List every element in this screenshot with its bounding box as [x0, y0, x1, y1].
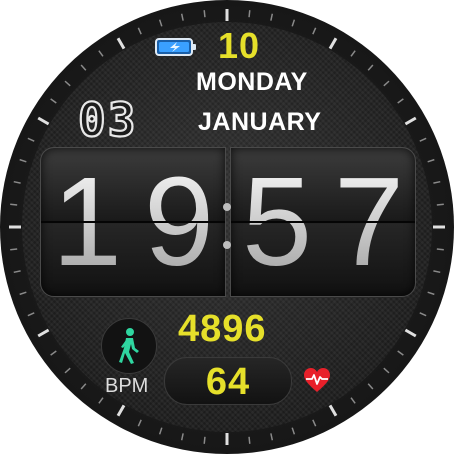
minute-tick [367, 383, 374, 390]
minute-tick [291, 19, 296, 27]
minute-tick [98, 50, 104, 57]
minute-tick [13, 180, 21, 184]
walking-person-icon [119, 328, 139, 364]
date-outlined-digits: 03 [78, 93, 137, 143]
minute-tick [50, 350, 57, 356]
minute-tick [27, 312, 35, 317]
day-of-month-top: 10 [218, 25, 261, 66]
minute-tick [37, 328, 50, 338]
minute-flip-card: 5 7 [230, 147, 416, 297]
minute-tick [116, 37, 126, 50]
minute-tick [64, 367, 71, 374]
steps-complication[interactable] [101, 318, 157, 374]
minute-tick [397, 350, 404, 356]
minute-tick [291, 427, 296, 435]
month-label: JANUARY [198, 108, 322, 136]
minute-tick [98, 397, 104, 404]
date-outlined-number: 03 [77, 93, 137, 143]
minute-tick [436, 203, 444, 206]
minute-tick [328, 37, 338, 50]
minute-tick [50, 98, 57, 104]
minute-tick [397, 98, 404, 104]
minute-tick [80, 64, 87, 71]
battery-charging-icon [155, 38, 196, 56]
minute-tick [19, 291, 27, 296]
heart-rate-value: 64 [205, 361, 251, 403]
minute-tick [404, 328, 417, 338]
minute-tick [427, 291, 435, 296]
step-count: 4896 [178, 308, 267, 350]
minute-tick [312, 27, 317, 35]
minute-tick [137, 419, 142, 427]
minute-tick [419, 137, 427, 142]
bpm-label: BPM [105, 375, 149, 397]
minute-tick [37, 116, 50, 126]
watch-face: 10 MONDAY JANUARY 03 1 9 5 7 4896 BPM 64 [0, 0, 454, 454]
heart-pulse-icon [304, 368, 330, 392]
colon-dot-top [223, 203, 231, 211]
minute-tick [270, 433, 274, 441]
minute-tick [27, 137, 35, 142]
minute-tick [13, 270, 21, 274]
minute-tick [433, 180, 441, 184]
minute-tick [80, 383, 87, 390]
minute-tick [312, 419, 317, 427]
minute-tick [180, 433, 184, 441]
minute-tick [116, 404, 126, 417]
minute-tick [248, 436, 251, 444]
heart-rate-complication[interactable]: 64 [164, 357, 292, 405]
minute-tick [427, 158, 435, 163]
flip-seam [231, 221, 415, 223]
minute-tick [270, 13, 274, 21]
hour-flip-card: 1 9 [40, 147, 226, 297]
minute-tick [10, 203, 18, 206]
minute-tick [203, 10, 206, 18]
minute-tick [137, 27, 142, 35]
minute-tick [10, 248, 18, 251]
minute-tick [436, 248, 444, 251]
minute-tick [158, 427, 163, 435]
minute-tick [433, 270, 441, 274]
minute-tick [158, 19, 163, 27]
colon-dot-bottom [223, 241, 231, 249]
minute-tick [419, 312, 427, 317]
flip-seam [41, 221, 225, 223]
minute-tick [328, 404, 338, 417]
minute-tick [64, 80, 71, 87]
minute-tick [367, 64, 374, 71]
minute-tick [383, 367, 390, 374]
weekday-label: MONDAY [196, 68, 308, 96]
minute-tick [203, 436, 206, 444]
minute-tick [350, 50, 356, 57]
minute-tick [404, 116, 417, 126]
minute-tick [350, 397, 356, 404]
minute-tick [180, 13, 184, 21]
minute-tick [19, 158, 27, 163]
minute-tick [248, 10, 251, 18]
minute-tick [383, 80, 390, 87]
